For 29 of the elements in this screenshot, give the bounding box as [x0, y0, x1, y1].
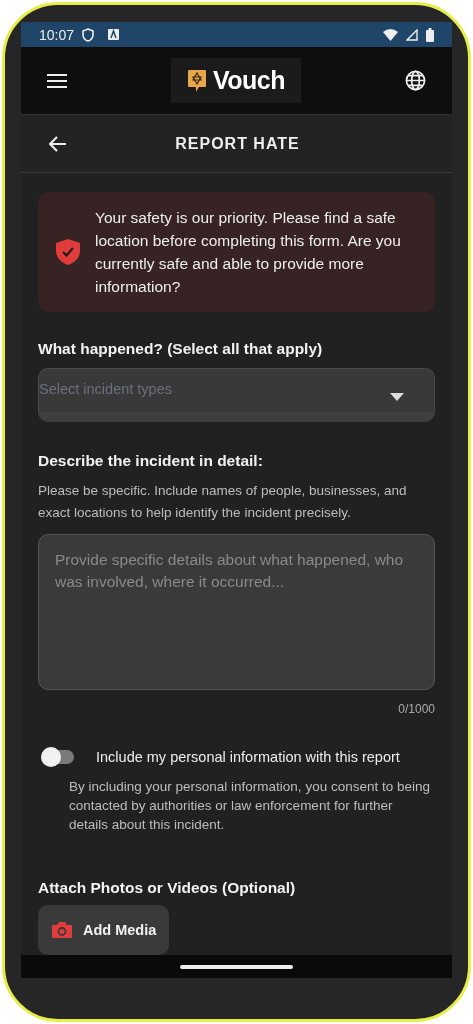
character-counter: 0/1000 [398, 702, 435, 716]
alert-text: Your safety is our priority. Please find a safe location before completing this form. Are you currently safe and able to provide more information? [95, 208, 402, 297]
logo-text: Vouch [212, 66, 285, 95]
shield-icon [82, 27, 95, 42]
star-bubble-icon [186, 68, 207, 93]
battery-icon [426, 27, 434, 42]
help-text: Please be specific. Include names of people, businesses, and exact locations to help identify the incident precisely. [38, 482, 408, 522]
toggle-label: Include my personal information with this report [96, 749, 400, 765]
toggle-thumb[interactable] [41, 747, 61, 767]
notification-icon [108, 29, 120, 40]
home-indicator[interactable] [180, 964, 293, 969]
add-media-button[interactable]: Add Media [38, 905, 170, 955]
field-label: What happened? (Select all that apply) [38, 340, 324, 358]
caret-icon [390, 393, 404, 401]
camera-icon [51, 921, 73, 939]
consent-text: By including your personal information, you consent to being contacted by authorities or law enforcement for further details about this incident. [69, 778, 431, 834]
globe-icon[interactable] [405, 70, 426, 91]
page-title: REPORT HATE [174, 134, 301, 153]
signal-icon [406, 28, 418, 41]
toggle-switch[interactable] [41, 750, 74, 764]
section-label: Attach Photos or Videos (Optional) [38, 879, 297, 897]
field-label: Describe the incident in detail: [38, 452, 264, 470]
menu-icon[interactable] [47, 73, 67, 88]
details-field[interactable]: Provide specific details about what happened, who was involved, where it occurred... [38, 534, 435, 690]
status-time: 10:07 [39, 26, 75, 43]
select-placeholder: Select incident types [39, 381, 172, 397]
back-arrow-icon[interactable] [49, 135, 67, 152]
wifi-icon [383, 28, 398, 41]
shield-check-icon [55, 238, 81, 266]
